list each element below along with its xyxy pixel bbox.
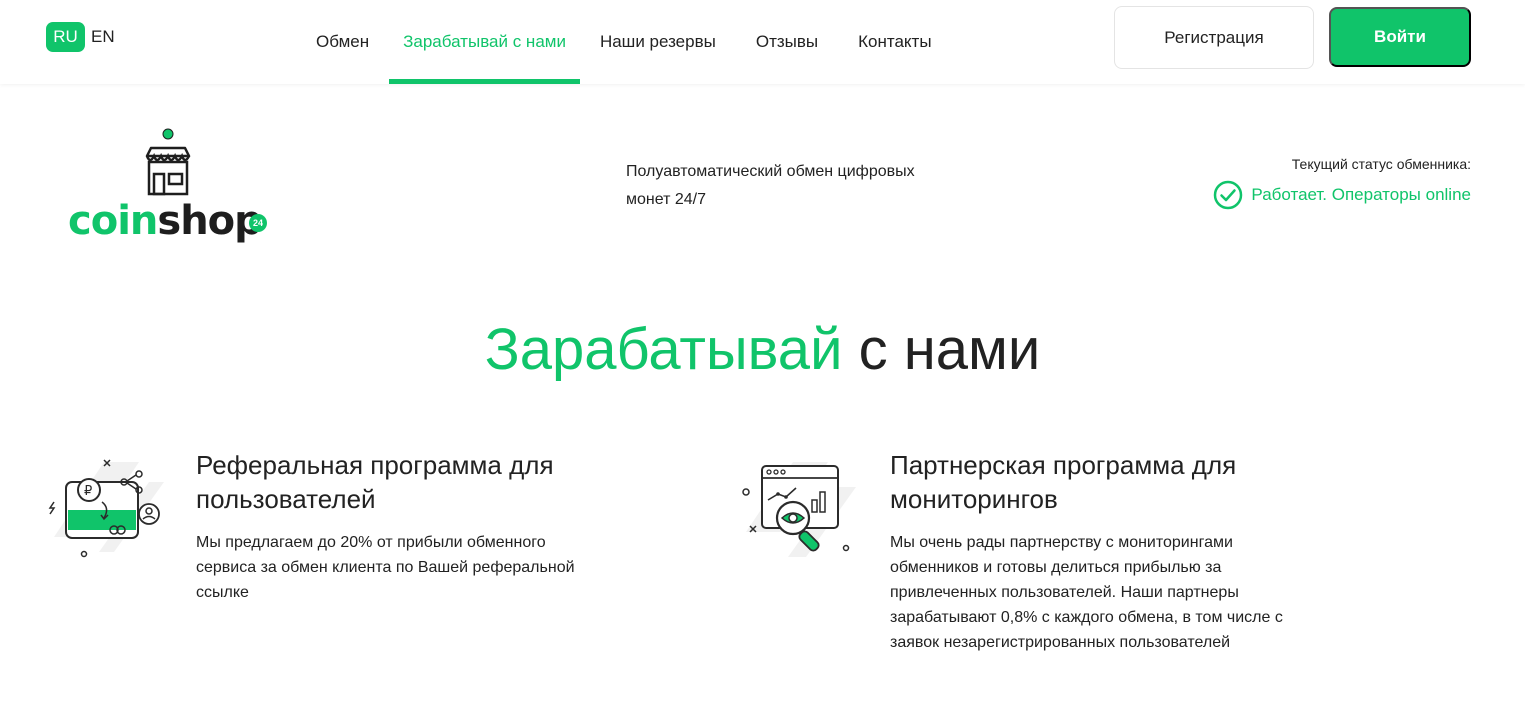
logo-word-coin: coin: [68, 198, 158, 244]
shop-icon: [145, 128, 191, 196]
language-switcher: RU EN: [46, 22, 115, 52]
status-label: Текущий статус обменника:: [1291, 156, 1471, 172]
page-title-accent: Зарабатывай: [484, 317, 843, 382]
page-title-rest: с нами: [858, 317, 1041, 382]
nav-contacts[interactable]: Контакты: [838, 0, 951, 84]
page-title: Зарабатывай с нами: [0, 316, 1525, 383]
nav-reviews[interactable]: Отзывы: [736, 0, 838, 84]
partner-program-title: Партнерская программа для мониторингов: [890, 450, 1237, 514]
partner-program-text: Мы очень рады партнерству с мониторингам…: [890, 534, 1283, 651]
svg-text:₽: ₽: [84, 484, 92, 499]
lang-ru-button[interactable]: RU: [46, 22, 85, 52]
exchange-status: Текущий статус обменника: Работает. Опер…: [1213, 156, 1471, 210]
nav-reserves[interactable]: Наши резервы: [580, 0, 736, 84]
logo-badge-24: 24: [249, 214, 267, 232]
lang-en-button[interactable]: EN: [89, 27, 115, 47]
referral-program-title: Реферальная программа для пользователей: [196, 450, 554, 514]
tagline: Полуавтоматический обмен цифровых монет …: [626, 163, 915, 208]
main-nav: Обмен Зарабатывай с нами Наши резервы От…: [296, 0, 952, 84]
coinshop-logo[interactable]: coinshop 24: [66, 126, 271, 248]
status-value: Работает. Операторы online: [1251, 185, 1471, 204]
top-header: RU EN Обмен Зарабатывай с нами Наши резе…: [0, 0, 1525, 84]
monitoring-analytics-icon: [738, 452, 863, 567]
nav-earn-with-us[interactable]: Зарабатывай с нами: [389, 0, 580, 84]
logo-wordmark: coinshop: [68, 198, 263, 244]
referral-card-icon: ₽: [44, 452, 169, 567]
logo-word-shop: shop: [157, 198, 262, 244]
nav-exchange[interactable]: Обмен: [296, 0, 389, 84]
status-indicator: Работает. Операторы online: [1213, 180, 1471, 210]
register-button[interactable]: Регистрация: [1114, 6, 1314, 69]
check-circle-icon: [1214, 180, 1243, 210]
referral-program-text: Мы предлагаем до 20% от прибыли обменног…: [196, 534, 575, 601]
login-button[interactable]: Войти: [1329, 7, 1471, 67]
